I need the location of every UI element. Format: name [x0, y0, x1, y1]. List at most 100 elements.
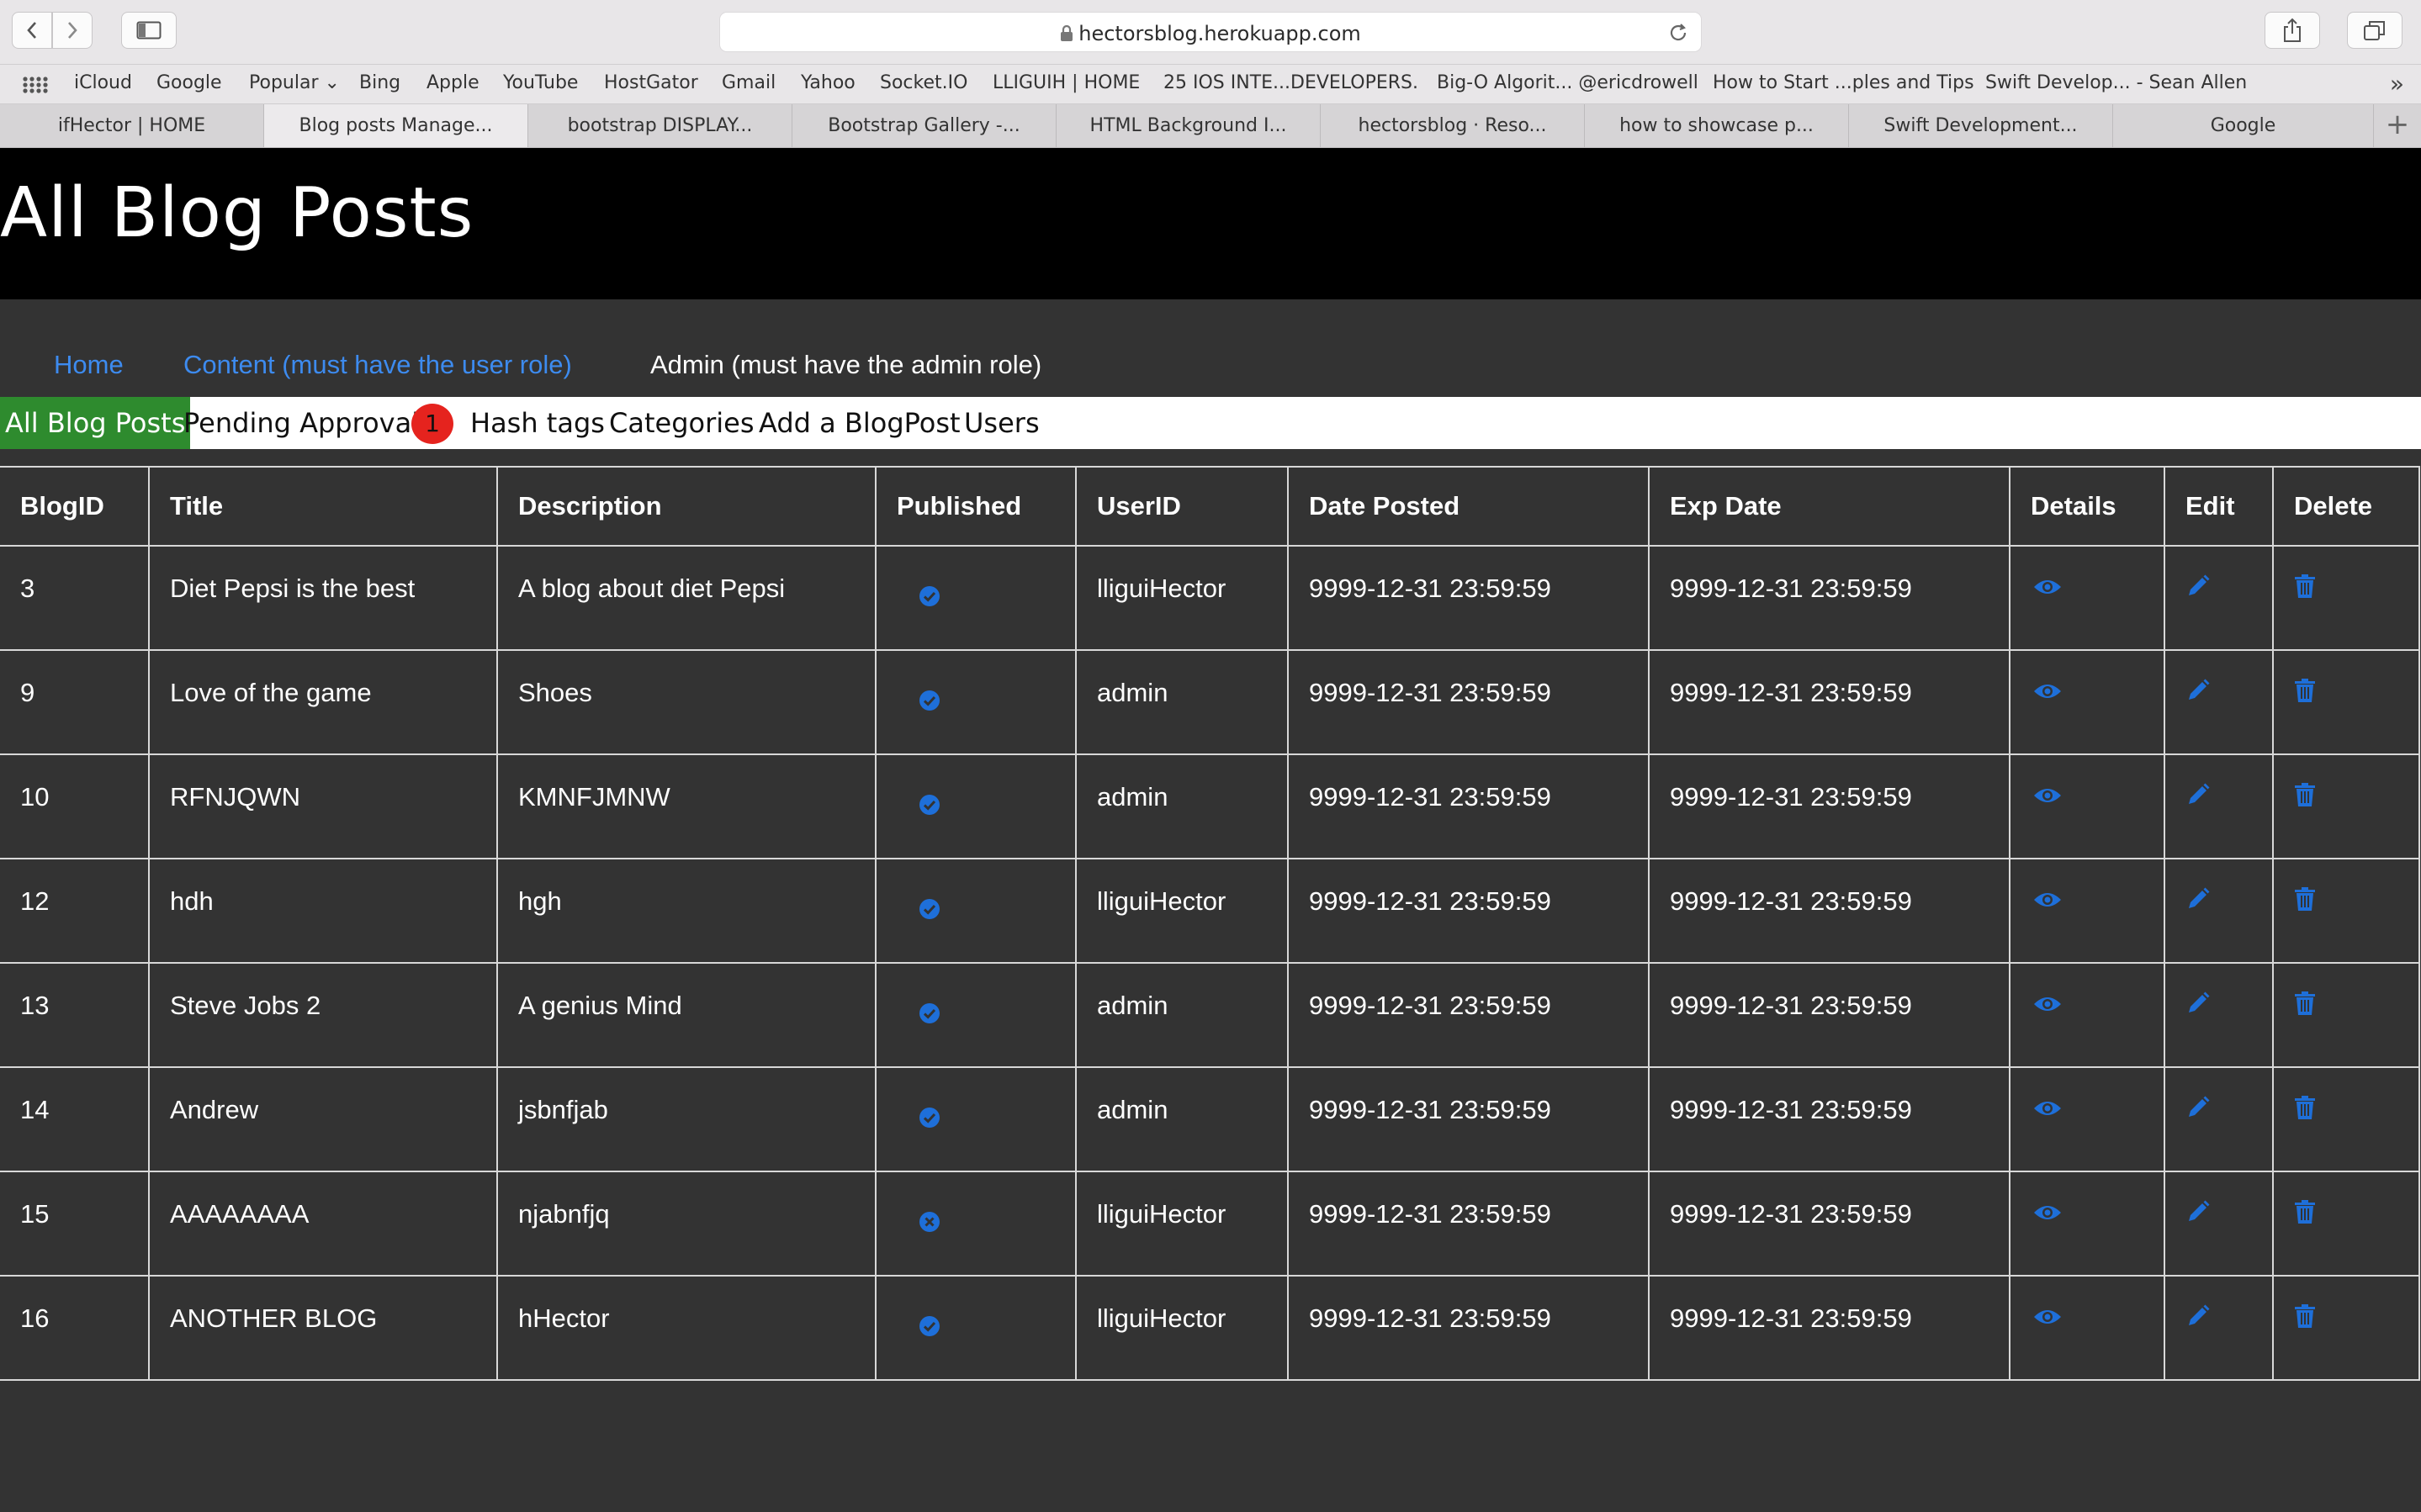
eye-icon[interactable]	[2032, 1303, 2063, 1334]
browser-tab[interactable]: Bootstrap Gallery -...	[792, 104, 1057, 147]
exp-date-cell: 9999-12-31 23:59:59	[1648, 962, 2010, 1068]
subnav-pending-approval[interactable]: Pending Approval	[183, 397, 419, 449]
bookmark-yahoo[interactable]: Yahoo	[801, 72, 856, 93]
trash-icon[interactable]	[2294, 678, 2316, 710]
pencil-icon[interactable]	[2185, 574, 2211, 605]
browser-tab[interactable]: Swift Development...	[1849, 104, 2113, 147]
table-row: 13 Steve Jobs 2 A genius Mind admin 9999…	[0, 962, 2420, 1068]
eye-icon[interactable]	[2032, 574, 2063, 604]
date-posted-cell: 9999-12-31 23:59:59	[1287, 753, 1650, 859]
browser-tab[interactable]: Google	[2113, 104, 2374, 147]
column-header[interactable]: Date Posted	[1287, 466, 1650, 547]
published-cell	[875, 1171, 1077, 1277]
user-id-cell: admin	[1075, 962, 1289, 1068]
bookmark-hostgator[interactable]: HostGator	[604, 72, 698, 93]
edit-cell	[2164, 1171, 2274, 1277]
nav-home-link[interactable]: Home	[54, 350, 124, 380]
pencil-icon[interactable]	[2185, 782, 2211, 814]
trash-icon[interactable]	[2294, 886, 2316, 918]
bookmark-gmail[interactable]: Gmail	[722, 72, 776, 93]
delete-cell	[2272, 962, 2420, 1068]
bookmark-google[interactable]: Google	[156, 72, 222, 93]
bookmark-lliguih-home[interactable]: LLIGUIH | HOME	[993, 72, 1140, 93]
edit-cell	[2164, 1066, 2274, 1172]
eye-icon[interactable]	[2032, 991, 2063, 1021]
subnav-add-blogpost[interactable]: Add a BlogPost	[759, 397, 961, 449]
eye-icon[interactable]	[2032, 782, 2063, 812]
delete-cell	[2272, 545, 2420, 651]
user-id-cell: lliguiHector	[1075, 858, 1289, 964]
trash-icon[interactable]	[2294, 782, 2316, 814]
table-row: 9 Love of the game Shoes admin 9999-12-3…	[0, 649, 2420, 755]
bookmark-youtube[interactable]: YouTube	[503, 72, 578, 93]
details-cell	[2009, 753, 2165, 859]
subnav-categories[interactable]: Categories	[609, 397, 754, 449]
pending-count-badge: 1	[411, 404, 453, 444]
nav-content-link[interactable]: Content (must have the user role)	[183, 350, 572, 380]
browser-tab-active[interactable]: Blog posts Manage...	[264, 104, 528, 147]
eye-icon[interactable]	[2032, 1095, 2063, 1125]
bookmark-how-to-start[interactable]: How to Start ...ples and Tips	[1713, 72, 1974, 93]
description-cell: A blog about diet Pepsi	[496, 545, 877, 651]
nav-admin-link[interactable]: Admin (must have the admin role)	[650, 350, 1041, 380]
pencil-icon[interactable]	[2185, 991, 2211, 1023]
back-button[interactable]	[12, 12, 52, 49]
browser-tab[interactable]: HTML Background I...	[1057, 104, 1321, 147]
trash-icon[interactable]	[2294, 1303, 2316, 1335]
trash-icon[interactable]	[2294, 1095, 2316, 1127]
delete-cell	[2272, 753, 2420, 859]
column-header[interactable]: BlogID	[0, 466, 150, 547]
column-header[interactable]: UserID	[1075, 466, 1289, 547]
share-button[interactable]	[2265, 12, 2320, 49]
bookmarks-overflow-button[interactable]: »	[2390, 70, 2404, 98]
grid-icon[interactable]	[22, 76, 49, 94]
bookmark-popular[interactable]: Popular ⌄	[249, 72, 340, 93]
subnav-hash-tags[interactable]: Hash tags	[470, 397, 605, 449]
pencil-icon[interactable]	[2185, 678, 2211, 710]
subnav-all-blog-posts[interactable]: All Blog Posts	[0, 397, 191, 449]
column-header[interactable]: Exp Date	[1648, 466, 2010, 547]
trash-icon[interactable]	[2294, 574, 2316, 605]
check-circle-icon	[919, 896, 940, 927]
browser-tab[interactable]: hectorsblog · Reso...	[1321, 104, 1585, 147]
tabs-icon	[2364, 21, 2385, 40]
column-header[interactable]: Title	[148, 466, 498, 547]
trash-icon[interactable]	[2294, 991, 2316, 1023]
forward-button[interactable]	[52, 12, 93, 49]
address-bar[interactable]: hectorsblog.herokuapp.com	[719, 12, 1702, 52]
main-nav: Home Content (must have the user role) A…	[0, 299, 2421, 402]
new-tab-button[interactable]: +	[2374, 104, 2421, 147]
bookmark-swift-develop[interactable]: Swift Develop... - Sean Allen	[1985, 72, 2247, 93]
check-circle-icon	[919, 584, 940, 614]
reload-icon[interactable]	[1667, 22, 1689, 44]
column-header[interactable]: Published	[875, 466, 1077, 547]
tab-strip: ifHector | HOME Blog posts Manage... boo…	[0, 104, 2421, 148]
bookmark-big-o[interactable]: Big-O Algorit... @ericdrowell	[1437, 72, 1698, 93]
sidebar-toggle-button[interactable]	[121, 12, 177, 49]
pencil-icon[interactable]	[2185, 1303, 2211, 1335]
pencil-icon[interactable]	[2185, 1095, 2211, 1127]
column-header: Edit	[2164, 466, 2274, 547]
eye-icon[interactable]	[2032, 886, 2063, 917]
browser-tab[interactable]: ifHector | HOME	[0, 104, 264, 147]
bookmark-socketio[interactable]: Socket.IO	[880, 72, 967, 93]
bookmark-icloud[interactable]: iCloud	[74, 72, 132, 93]
column-header[interactable]: Description	[496, 466, 877, 547]
tab-overview-button[interactable]	[2347, 12, 2402, 49]
bookmark-apple[interactable]: Apple	[426, 72, 479, 93]
trash-icon[interactable]	[2294, 1199, 2316, 1231]
bookmark-ios-interview[interactable]: 25 IOS INTE...DEVELOPERS.	[1163, 72, 1418, 93]
bookmark-bing[interactable]: Bing	[359, 72, 400, 93]
browser-tab[interactable]: bootstrap DISPLAY...	[528, 104, 792, 147]
pencil-icon[interactable]	[2185, 886, 2211, 918]
subnav-users[interactable]: Users	[964, 397, 1040, 449]
eye-icon[interactable]	[2032, 678, 2063, 708]
pencil-icon[interactable]	[2185, 1199, 2211, 1231]
eye-icon[interactable]	[2032, 1199, 2063, 1229]
sidebar-icon	[136, 21, 162, 40]
browser-tab[interactable]: how to showcase p...	[1585, 104, 1849, 147]
exp-date-cell: 9999-12-31 23:59:59	[1648, 545, 2010, 651]
user-id-cell: admin	[1075, 1066, 1289, 1172]
description-cell: njabnfjq	[496, 1171, 877, 1277]
details-cell	[2009, 962, 2165, 1068]
